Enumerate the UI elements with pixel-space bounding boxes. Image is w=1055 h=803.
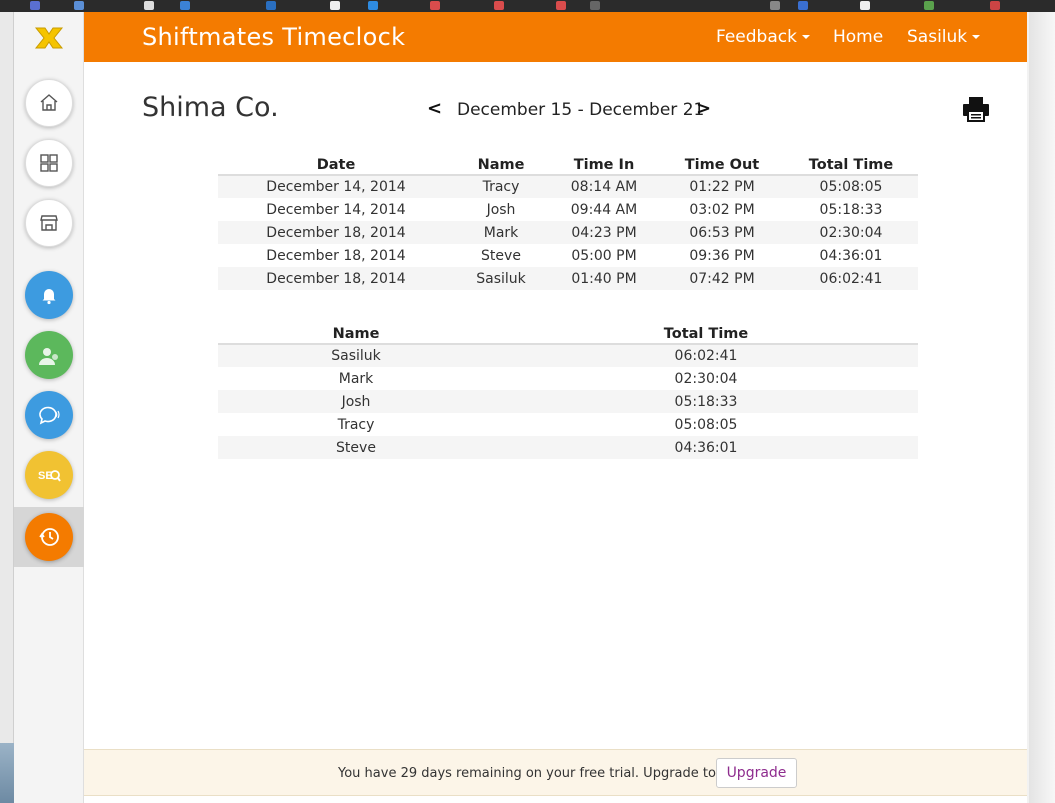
table-row: December 18, 2014 Sasiluk 01:40 PM 07:42…: [218, 267, 918, 290]
trial-message: You have 29 days remaining on your free …: [338, 766, 746, 781]
home-link[interactable]: Home: [833, 27, 883, 47]
table-cell: 02:30:04: [784, 221, 918, 244]
sidebar-notifications-button[interactable]: [25, 271, 73, 319]
table-row: Sasiluk 06:02:41: [218, 344, 918, 367]
user-menu[interactable]: Sasiluk: [907, 27, 981, 47]
table-cell: 04:36:01: [494, 436, 918, 459]
desktop-background-left: [0, 12, 14, 803]
table-cell: Mark: [454, 221, 548, 244]
table-cell: December 14, 2014: [266, 201, 406, 218]
table-row: Mark 02:30:04: [218, 367, 918, 390]
column-header: Total Time: [494, 324, 918, 345]
table-cell: 05:08:05: [674, 416, 738, 433]
table-cell: 06:02:41: [784, 267, 918, 290]
home-icon: [40, 94, 58, 111]
table-cell: 01:22 PM: [660, 175, 784, 198]
os-bookmarks-bar: [0, 0, 1055, 12]
table-cell: 05:18:33: [819, 201, 883, 218]
main-window: Shiftmates Timeclock Feedback Home Sasil…: [84, 12, 1027, 803]
table-cell: Mark: [338, 370, 374, 387]
table-cell: Tracy: [337, 416, 375, 433]
chevron-down-icon: [972, 35, 981, 39]
next-week-button[interactable]: >: [696, 98, 711, 119]
company-name: Shima Co.: [142, 92, 279, 123]
table-cell: Sasiluk: [454, 267, 548, 290]
table-cell: December 18, 2014: [218, 267, 454, 290]
table-cell: 03:02 PM: [689, 201, 755, 218]
trial-banner: You have 29 days remaining on your free …: [84, 749, 1027, 796]
feedback-menu[interactable]: Feedback: [716, 27, 810, 47]
sidebar-store-button[interactable]: [25, 199, 73, 247]
table-cell: 01:40 PM: [548, 267, 660, 290]
table-cell: 09:44 AM: [570, 201, 638, 218]
table-row: Josh 05:18:33: [218, 390, 918, 413]
table-row: Tracy 05:08:05: [218, 413, 918, 436]
shifts-header-row: Date Name Time In Time Out Total Time: [218, 155, 918, 176]
table-row: December 18, 2014 Mark 04:23 PM 06:53 PM…: [218, 221, 918, 244]
table-cell: December 14, 2014: [218, 175, 454, 198]
table-cell: Steve: [218, 436, 494, 459]
top-navbar: Shiftmates Timeclock Feedback Home Sasil…: [84, 12, 1027, 62]
previous-week-button[interactable]: <: [427, 98, 442, 119]
column-header: Time In: [548, 155, 660, 176]
sidebar-contacts-button[interactable]: [25, 331, 73, 379]
column-header: Date: [218, 155, 454, 176]
column-header: Total Time: [784, 155, 918, 176]
table-cell: 05:18:33: [494, 390, 918, 413]
table-cell: Tracy: [454, 175, 548, 198]
table-cell: Steve: [481, 247, 521, 264]
column-header: Name: [454, 155, 548, 176]
table-cell: 08:14 AM: [548, 175, 660, 198]
chat-icon: [39, 406, 60, 425]
shifts-table: Date Name Time In Time Out Total Time De…: [218, 155, 918, 290]
table-cell: 09:36 PM: [689, 247, 755, 264]
table-cell: 06:02:41: [494, 344, 918, 367]
table-cell: December 18, 2014: [218, 221, 454, 244]
table-cell: December 18, 2014: [266, 247, 406, 264]
table-row: Steve 04:36:01: [218, 436, 918, 459]
table-cell: 05:08:05: [784, 175, 918, 198]
dashboard-icon: [40, 154, 58, 172]
chevron-down-icon: [801, 35, 810, 39]
table-cell: 07:42 PM: [660, 267, 784, 290]
week-range: December 15 - December 21: [457, 100, 705, 120]
table-cell: 05:00 PM: [571, 247, 637, 264]
sidebar-dashboard-button[interactable]: [25, 139, 73, 187]
column-header: Name: [218, 324, 494, 345]
timeclock-icon: [39, 528, 59, 546]
seo-icon: SE: [38, 470, 61, 482]
desktop-background-right: [1027, 12, 1055, 803]
table-cell: 04:36:01: [819, 247, 883, 264]
app-title[interactable]: Shiftmates Timeclock: [142, 23, 405, 51]
upgrade-button[interactable]: Upgrade: [716, 758, 797, 788]
table-row: December 14, 2014 Tracy 08:14 AM 01:22 P…: [218, 175, 918, 198]
table-cell: 04:23 PM: [548, 221, 660, 244]
table-row: December 14, 2014 Josh 09:44 AM 03:02 PM…: [218, 198, 918, 221]
table-cell: Josh: [486, 201, 516, 218]
column-header: Time Out: [660, 155, 784, 176]
desktop-wallpaper-fragment: [0, 743, 14, 803]
feedback-label: Feedback: [716, 27, 797, 47]
store-icon: [40, 215, 58, 231]
app-sidebar: SE: [14, 12, 84, 803]
app-logo[interactable]: [14, 12, 84, 62]
table-cell: Josh: [218, 390, 494, 413]
notifications-icon: [42, 289, 56, 305]
totals-header-row: Name Total Time: [218, 324, 918, 345]
sidebar-chat-button[interactable]: [25, 391, 73, 439]
table-cell: Sasiluk: [218, 344, 494, 367]
print-icon[interactable]: [962, 96, 990, 122]
logo-icon: [34, 27, 64, 49]
table-row: December 18, 2014 Steve 05:00 PM 09:36 P…: [218, 244, 918, 267]
contacts-icon: [39, 348, 58, 365]
table-cell: 06:53 PM: [660, 221, 784, 244]
table-cell: 02:30:04: [674, 370, 738, 387]
totals-table: Name Total Time Sasiluk 06:02:41 Mark 02…: [218, 324, 918, 459]
sidebar-seo-button[interactable]: SE: [25, 451, 73, 499]
sidebar-timeclock-active[interactable]: [14, 507, 84, 567]
sidebar-home-button[interactable]: [25, 79, 73, 127]
user-name: Sasiluk: [907, 27, 968, 47]
